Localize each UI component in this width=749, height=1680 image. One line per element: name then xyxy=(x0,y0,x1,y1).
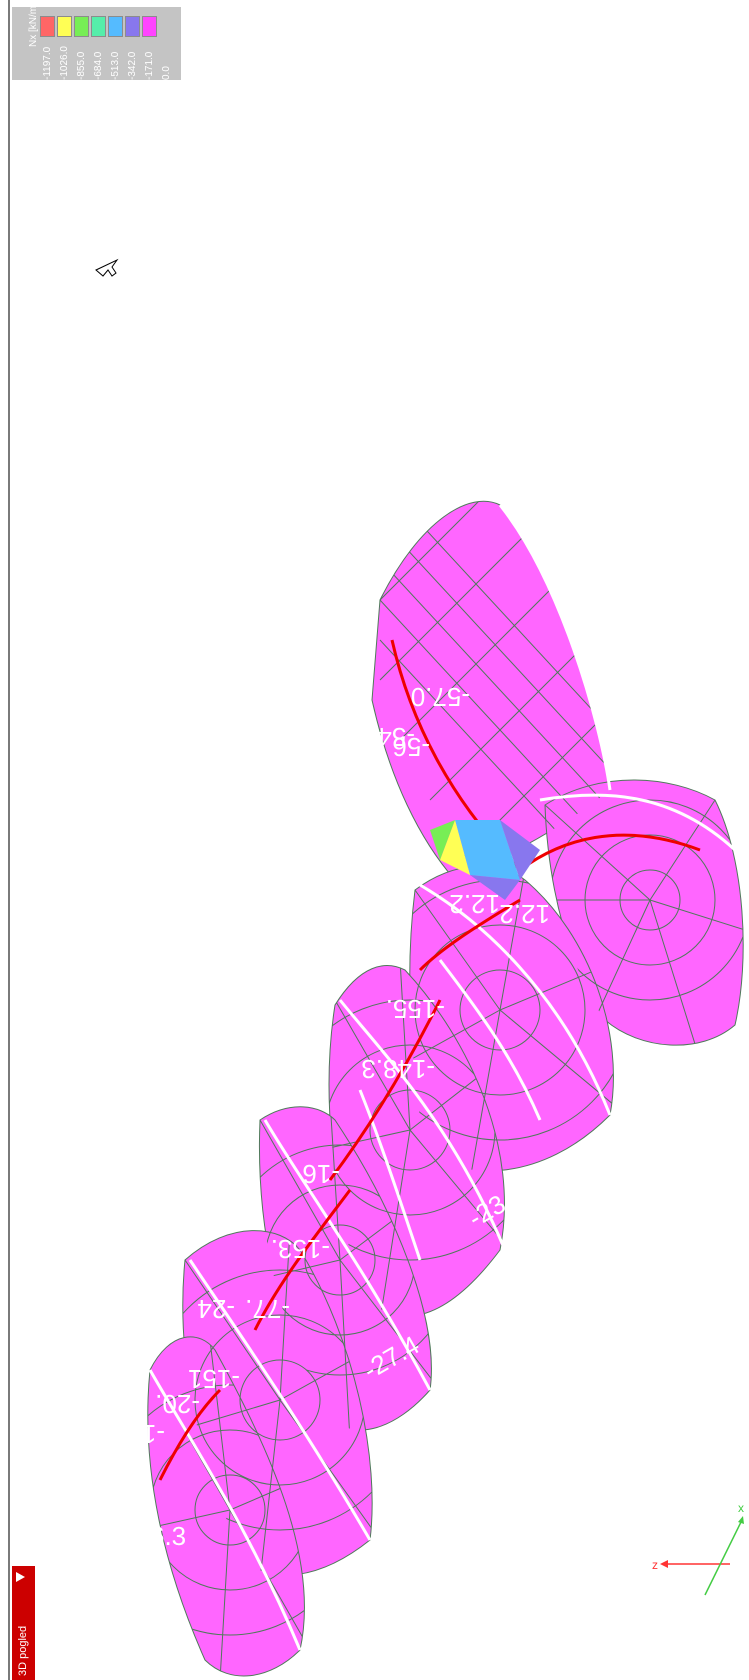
result-label: -153. xyxy=(271,1234,330,1264)
shell-model-render[interactable]: -57.0 -56 -54.3 -45 12.2 12.2 -155. -148… xyxy=(0,0,749,1680)
axis-triad: z x xyxy=(652,1501,744,1596)
3d-view-tab[interactable]: 3D pogled xyxy=(12,1566,35,1680)
result-label: -20. xyxy=(155,1389,200,1419)
result-label: 12.2 xyxy=(499,899,550,929)
result-label: -16 xyxy=(302,1159,340,1189)
play-arrow-icon xyxy=(16,1572,25,1582)
result-label: -77. xyxy=(245,1294,290,1324)
result-label: 12.2 xyxy=(449,889,500,919)
x-axis-label: x xyxy=(738,1501,744,1515)
result-label: -24 xyxy=(197,1294,235,1324)
result-label: -12 xyxy=(127,1419,165,1449)
result-label: 6.3 xyxy=(150,1521,186,1551)
shell-regions xyxy=(147,500,744,1677)
view-tab-label: 3D pogled xyxy=(17,1625,29,1676)
result-label: -45 xyxy=(372,864,410,894)
result-label: -155. xyxy=(386,994,445,1024)
result-label: -148.3 xyxy=(361,1054,435,1084)
result-label: -57.0 xyxy=(411,682,470,712)
result-label: -54.3 xyxy=(356,722,415,752)
3d-viewport[interactable]: Nx [kN/m] -1197.0 -1026.0 -855.0 -684.0 … xyxy=(0,0,749,1680)
z-axis-label: z xyxy=(652,1558,658,1572)
